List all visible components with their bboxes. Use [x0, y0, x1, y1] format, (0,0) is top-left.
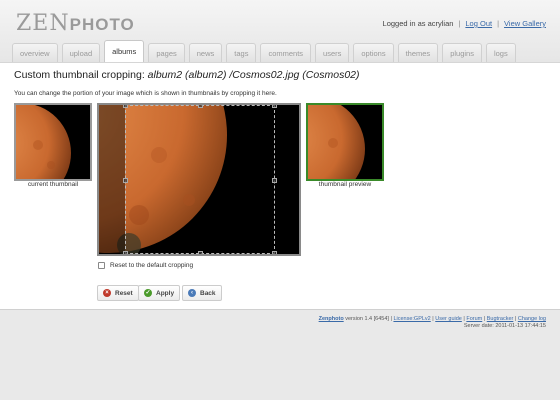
back-button-label: Back	[200, 289, 216, 297]
tab-upload[interactable]: upload	[61, 43, 101, 62]
license-link[interactable]: License:GPLv2	[393, 316, 430, 322]
view-gallery-link[interactable]: View Gallery	[504, 19, 546, 28]
tab-users[interactable]: users	[315, 43, 350, 62]
separator: |	[514, 316, 517, 322]
server-date: Server date: 2011-01-13 17:44:15	[463, 323, 546, 329]
tab-options[interactable]: options	[353, 43, 394, 62]
title-image-path: album2 (album2) /Cosmos02.jpg (Cosmos02)	[147, 69, 360, 81]
tab-albums[interactable]: albums	[104, 40, 145, 62]
reset-default-row: Reset to the default cropping	[98, 262, 193, 269]
check-icon: ✓	[144, 289, 152, 297]
back-button[interactable]: ‹ Back	[182, 285, 222, 301]
logo-zen: ZEN	[16, 11, 70, 36]
tab-overview[interactable]: overview	[12, 43, 58, 62]
separator: |	[432, 316, 434, 322]
tab-pages[interactable]: pages	[148, 43, 185, 62]
separator: |	[458, 19, 461, 28]
current-thumbnail	[14, 103, 92, 181]
crop-handle-nw[interactable]	[123, 105, 128, 108]
title-prefix: Custom thumbnail cropping:	[14, 69, 148, 81]
crop-handle-sw[interactable]	[123, 251, 128, 254]
separator: |	[463, 316, 465, 322]
separator: |	[483, 316, 486, 322]
changelog-link[interactable]: Change log	[518, 316, 546, 322]
current-thumbnail-caption: current thumbnail	[27, 181, 79, 188]
thumbnail-preview-caption: thumbnail preview	[318, 181, 372, 188]
planet-image	[16, 105, 71, 179]
crop-handle-e[interactable]	[272, 178, 277, 183]
apply-button[interactable]: ✓ Apply	[138, 285, 181, 301]
user-bar: Logged in as acrylian | Log Out | View Galle…	[383, 19, 546, 28]
version-text: version 1.4 [6454] |	[343, 316, 392, 322]
crop-handle-w[interactable]	[123, 178, 128, 183]
zenphoto-link[interactable]: Zenphoto	[319, 316, 344, 322]
crop-selection[interactable]	[123, 105, 277, 254]
tab-comments[interactable]: comments	[260, 43, 312, 62]
crop-handle-se[interactable]	[272, 251, 277, 254]
reset-default-label: Reset to the default cropping	[110, 262, 194, 269]
bugtracker-link[interactable]: Bugtracker	[487, 316, 514, 322]
close-icon: ×	[103, 289, 111, 297]
page-title: Custom thumbnail cropping: album2 (album…	[14, 69, 360, 81]
reset-button-label: Reset	[115, 289, 133, 297]
arrow-left-icon: ‹	[188, 289, 196, 297]
zenphoto-logo[interactable]: ZENPHOTO	[16, 10, 135, 36]
tab-themes[interactable]: themes	[397, 43, 439, 62]
admin-header: ZENPHOTO Logged in as acrylian | Log Out | V…	[0, 0, 560, 62]
tab-tags[interactable]: tags	[226, 43, 257, 62]
crop-handle-ne[interactable]	[272, 105, 277, 108]
planet-image	[308, 105, 365, 179]
tab-plugins[interactable]: plugins	[442, 43, 482, 62]
crop-image[interactable]	[97, 103, 301, 256]
content-panel: Custom thumbnail cropping: album2 (album…	[0, 62, 560, 310]
admin-tabs: overview upload albums pages news tags c…	[12, 40, 516, 62]
logo-photo: PHOTO	[69, 15, 135, 34]
crop-handle-n[interactable]	[198, 105, 203, 108]
crop-handle-s[interactable]	[198, 251, 203, 254]
tab-logs[interactable]: logs	[485, 43, 516, 62]
logout-link[interactable]: Log Out	[465, 19, 492, 28]
user-guide-link[interactable]: User guide	[435, 316, 462, 322]
admin-footer: Zenphoto version 1.4 [6454] | License:GP…	[319, 316, 546, 330]
description-text: You can change the portion of your image…	[14, 90, 277, 97]
reset-default-checkbox[interactable]	[98, 262, 105, 269]
separator: |	[497, 19, 500, 28]
forum-link[interactable]: Forum	[466, 316, 482, 322]
tab-news[interactable]: news	[188, 43, 223, 62]
logged-in-text: Logged in as acrylian	[382, 19, 454, 28]
reset-button[interactable]: × Reset	[97, 285, 139, 301]
apply-button-label: Apply	[156, 289, 175, 297]
crop-shade-left	[99, 105, 125, 254]
thumbnail-preview	[306, 103, 384, 181]
